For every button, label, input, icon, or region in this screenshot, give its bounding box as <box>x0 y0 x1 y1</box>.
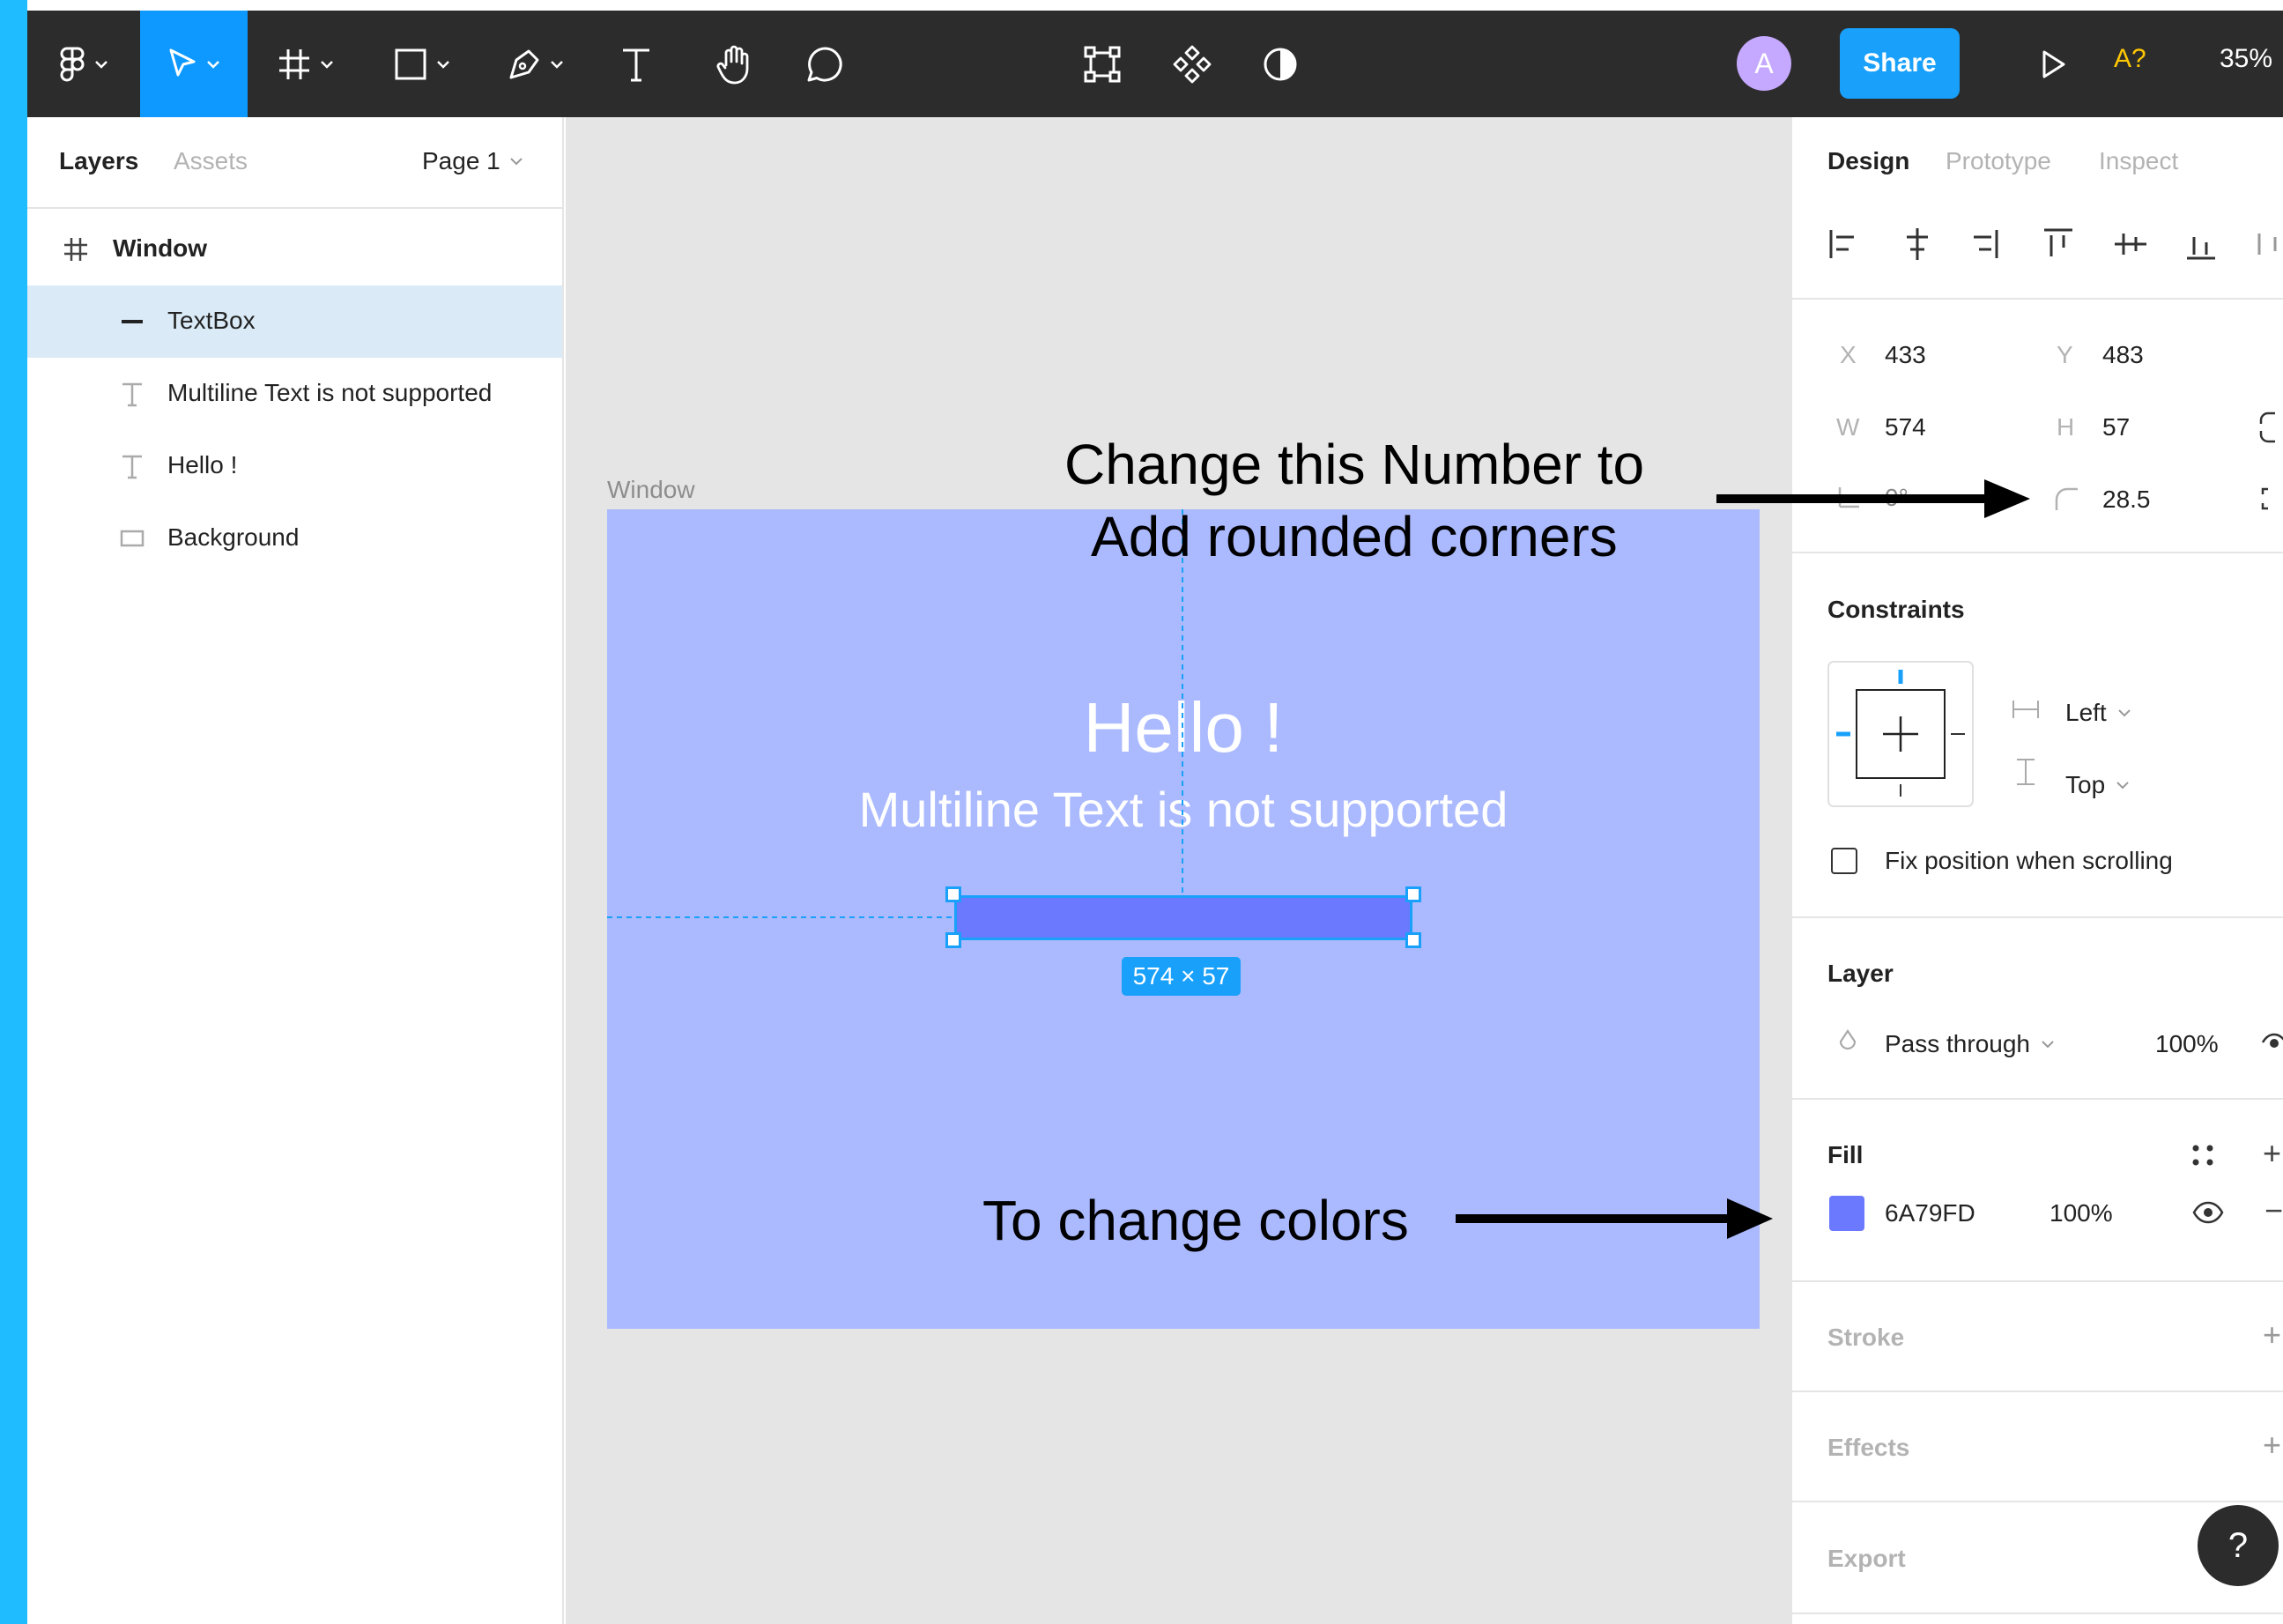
arrow-to-corner-radius <box>1716 479 2030 518</box>
arrow-to-fill <box>1456 1198 1773 1239</box>
help-button[interactable]: ? <box>2198 1505 2279 1586</box>
annotation-arrows <box>1456 479 2030 1239</box>
